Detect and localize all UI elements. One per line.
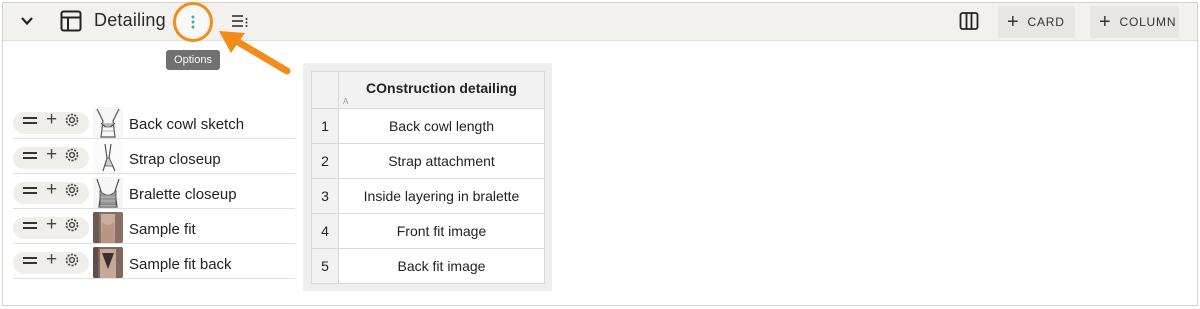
table-cell[interactable]: Back cowl length xyxy=(338,108,545,144)
columns-view-icon[interactable] xyxy=(959,11,979,31)
options-button[interactable] xyxy=(173,2,213,42)
table-row: 1 Back cowl length xyxy=(311,108,545,144)
column-letter: A xyxy=(343,97,349,106)
construction-detailing-table: COnstruction detailing A 1 Back cowl len… xyxy=(303,63,552,291)
strap-sketch-thumbnail xyxy=(93,142,123,173)
table-cell[interactable]: Back fit image xyxy=(338,248,545,284)
row-label: Sample fit back xyxy=(129,256,232,273)
column-header[interactable]: COnstruction detailing A xyxy=(338,71,545,109)
add-icon[interactable]: + xyxy=(46,144,57,166)
kebab-menu-icon xyxy=(191,15,195,29)
drag-handle-icon[interactable] xyxy=(23,222,37,229)
row-index: 5 xyxy=(311,248,339,284)
row-index: 2 xyxy=(311,143,339,179)
chevron-down-icon[interactable] xyxy=(19,13,35,29)
drag-handle-icon[interactable] xyxy=(23,187,37,194)
panel-header: Detailing + CARD + COLUMN xyxy=(3,2,1197,42)
table-row: 3 Inside layering in bralette xyxy=(311,178,545,214)
list-item[interactable]: + Back cowl sketch xyxy=(13,107,295,139)
add-column-label: COLUMN xyxy=(1119,15,1177,29)
table-cell[interactable]: Inside layering in bralette xyxy=(338,178,545,214)
list-item[interactable]: + Bralette closeup xyxy=(13,177,295,209)
gear-icon[interactable] xyxy=(64,182,80,198)
row-index: 4 xyxy=(311,213,339,249)
list-item[interactable]: + Sample fit xyxy=(13,212,295,244)
row-label: Back cowl sketch xyxy=(129,116,245,133)
detailing-panel: Detailing + CARD + COLUMN Options + Back… xyxy=(2,2,1198,306)
add-icon[interactable]: + xyxy=(46,214,57,236)
plus-icon: + xyxy=(1007,11,1020,33)
table-row: 2 Strap attachment xyxy=(311,143,545,179)
table-corner-cell xyxy=(311,71,339,109)
row-label: Sample fit xyxy=(129,221,196,238)
add-card-label: CARD xyxy=(1027,15,1065,29)
layout-icon xyxy=(60,10,82,32)
row-label: Strap closeup xyxy=(129,151,221,168)
table-cell[interactable]: Front fit image xyxy=(338,213,545,249)
gear-icon[interactable] xyxy=(64,252,80,268)
table-cell[interactable]: Strap attachment xyxy=(338,143,545,179)
sample-fit-back-photo-thumbnail xyxy=(93,247,123,278)
gear-icon[interactable] xyxy=(64,112,80,128)
row-label: Bralette closeup xyxy=(129,186,237,203)
list-item[interactable]: + Strap closeup xyxy=(13,142,295,174)
drag-handle-icon[interactable] xyxy=(23,257,37,264)
add-icon[interactable]: + xyxy=(46,179,57,201)
list-item[interactable]: + Sample fit back xyxy=(13,247,295,279)
table-row: 5 Back fit image xyxy=(311,248,545,284)
drag-handle-icon[interactable] xyxy=(23,152,37,159)
plus-icon: + xyxy=(1099,11,1112,33)
add-card-button[interactable]: + CARD xyxy=(998,6,1075,38)
table-row: 4 Front fit image xyxy=(311,213,545,249)
column-header-label: COnstruction detailing xyxy=(366,80,517,96)
add-column-button[interactable]: + COLUMN xyxy=(1090,6,1179,38)
add-icon[interactable]: + xyxy=(46,249,57,271)
sample-fit-photo-thumbnail xyxy=(93,212,123,243)
page-title: Detailing xyxy=(94,10,166,30)
data-table: COnstruction detailing A 1 Back cowl len… xyxy=(311,71,545,284)
annotation-arrow xyxy=(219,31,291,75)
add-icon[interactable]: + xyxy=(46,109,57,131)
options-tooltip: Options xyxy=(166,50,220,70)
sketch-thumbnail xyxy=(93,107,123,138)
gear-icon[interactable] xyxy=(64,147,80,163)
gear-icon[interactable] xyxy=(64,217,80,233)
drag-handle-icon[interactable] xyxy=(23,117,37,124)
row-index: 1 xyxy=(311,108,339,144)
row-index: 3 xyxy=(311,178,339,214)
bralette-sketch-thumbnail xyxy=(93,177,123,208)
